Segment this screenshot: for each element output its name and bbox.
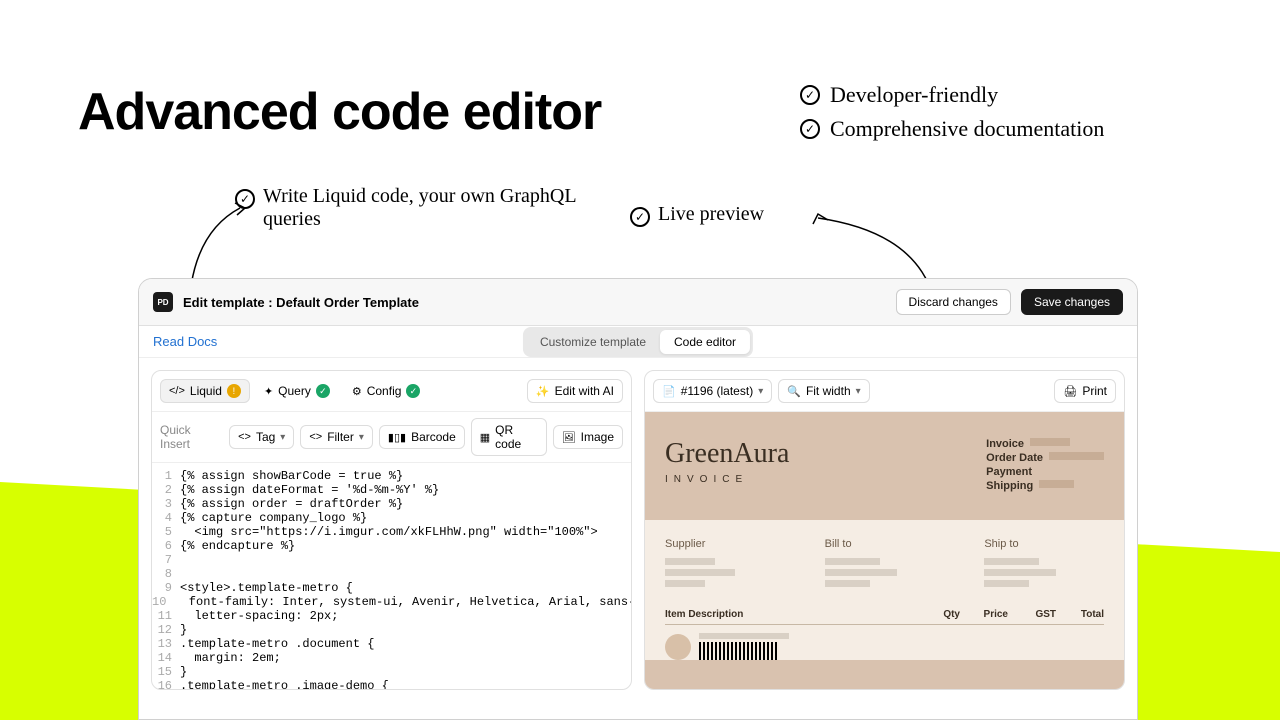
editor-pane: </>Liquid! ✦Query✓ ⚙Config✓ ✨Edit with A… (151, 370, 632, 690)
window-title: Edit template : Default Order Template (183, 295, 886, 310)
preview-pane: 📄#1196 (latest)▾ 🔍Fit width▾ 🖨Print Gree… (644, 370, 1125, 690)
view-segmented-control: Customize template Code editor (523, 327, 753, 357)
read-docs-link[interactable]: Read Docs (153, 334, 217, 349)
product-image (665, 634, 691, 660)
qr-icon: ▦ (480, 431, 490, 444)
brand-subtitle: INVOICE (665, 474, 789, 485)
image-icon: 🖼 (562, 431, 576, 444)
annotation-preview: ✓ Live preview (630, 203, 764, 227)
config-icon: ⚙ (352, 385, 362, 398)
invoice-meta: Invoice Order Date Payment Shipping (986, 438, 1104, 494)
code-icon: <> (309, 431, 322, 443)
discard-button[interactable]: Discard changes (896, 289, 1011, 315)
check-icon: ✓ (800, 119, 820, 139)
sparkle-icon: ✦ (264, 385, 273, 398)
order-selector[interactable]: 📄#1196 (latest)▾ (653, 379, 772, 403)
check-dot-icon: ✓ (406, 384, 420, 398)
liquid-tab[interactable]: </>Liquid! (160, 379, 250, 403)
chevron-down-icon: ▾ (758, 386, 763, 397)
warning-dot-icon: ! (227, 384, 241, 398)
check-icon: ✓ (235, 189, 255, 209)
insert-image-button[interactable]: 🖼Image (553, 425, 623, 449)
page-icon: 📄 (662, 385, 676, 398)
code-icon: </> (169, 385, 185, 397)
barcode-icon (699, 642, 779, 660)
insert-barcode-button[interactable]: ▮▯▮Barcode (379, 425, 465, 449)
print-button[interactable]: 🖨Print (1054, 379, 1116, 403)
supplier-column: Supplier (665, 538, 785, 591)
brand-name: GreenAura (665, 438, 789, 470)
quick-insert-label: Quick Insert (160, 423, 219, 451)
chevron-down-icon: ▾ (856, 386, 861, 397)
save-button[interactable]: Save changes (1021, 289, 1123, 315)
edit-with-ai-button[interactable]: ✨Edit with AI (527, 379, 623, 403)
config-tab[interactable]: ⚙Config✓ (344, 380, 429, 402)
search-icon: 🔍 (787, 385, 801, 398)
items-table: Item Description Qty Price GST Total (645, 609, 1124, 660)
table-row (665, 625, 1104, 660)
zoom-selector[interactable]: 🔍Fit width▾ (778, 379, 869, 403)
barcode-icon: ▮▯▮ (388, 431, 406, 444)
wand-icon: ✨ (536, 385, 550, 398)
chevron-down-icon: ▾ (280, 432, 285, 443)
app-window: PD Edit template : Default Order Templat… (138, 278, 1138, 720)
check-dot-icon: ✓ (316, 384, 330, 398)
code-editor[interactable]: 1{% assign showBarCode = true %}2{% assi… (152, 463, 631, 689)
insert-tag-button[interactable]: <>Tag▾ (229, 425, 294, 449)
insert-filter-button[interactable]: <>Filter▾ (300, 425, 373, 449)
print-icon: 🖨 (1063, 385, 1077, 398)
code-icon: <> (238, 431, 251, 443)
feature-bullets: ✓Developer-friendly ✓Comprehensive docum… (800, 82, 1104, 150)
page-heading: Advanced code editor (78, 82, 601, 142)
app-icon: PD (153, 292, 173, 312)
query-tab[interactable]: ✦Query✓ (256, 380, 338, 402)
titlebar: PD Edit template : Default Order Templat… (139, 279, 1137, 326)
tab-code-editor[interactable]: Code editor (660, 330, 750, 354)
check-icon: ✓ (800, 85, 820, 105)
preview-document: GreenAura INVOICE Invoice Order Date Pay… (645, 412, 1124, 689)
insert-qr-button[interactable]: ▦QR code (471, 418, 547, 456)
check-icon: ✓ (630, 207, 650, 227)
tabbar: Read Docs Customize template Code editor (139, 326, 1137, 358)
annotation-liquid: ✓ Write Liquid code, your own GraphQL qu… (235, 185, 615, 231)
billto-column: Bill to (825, 538, 945, 591)
tab-customize[interactable]: Customize template (526, 330, 660, 354)
chevron-down-icon: ▾ (359, 432, 364, 443)
shipto-column: Ship to (984, 538, 1104, 591)
